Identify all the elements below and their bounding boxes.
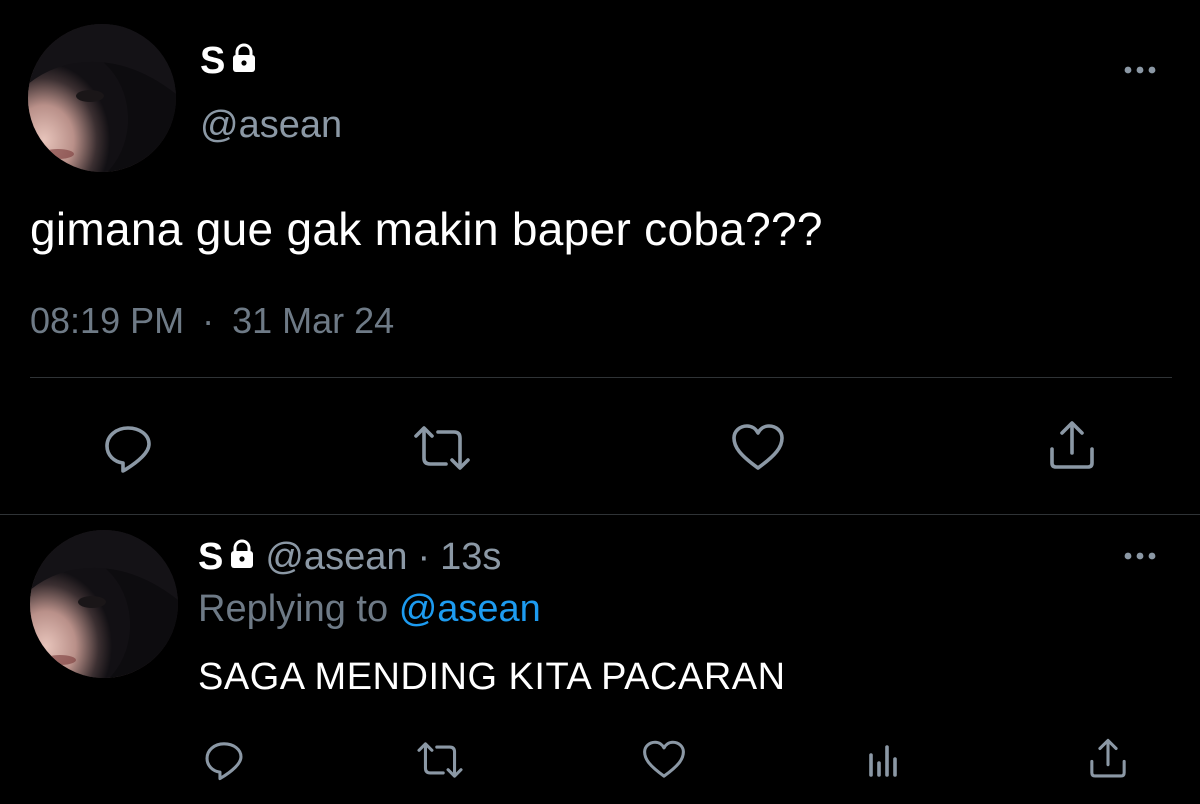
replying-to-line: Replying to @asean [198, 588, 541, 631]
analytics-icon [869, 745, 897, 777]
share-button[interactable] [1044, 418, 1100, 474]
share-icon [1090, 738, 1126, 778]
avatar-photo [28, 24, 176, 172]
reply-icon [205, 742, 243, 781]
meta-separator: · [202, 300, 215, 341]
author-handle[interactable]: @asean [200, 104, 342, 147]
lock-icon [229, 536, 255, 579]
tweet-text: gimana gue gak makin baper coba??? [30, 203, 823, 255]
lock-icon [231, 40, 257, 83]
reply-author-name[interactable]: S [198, 536, 223, 579]
tweet-separator [0, 514, 1200, 515]
reply-retweet-button[interactable] [414, 736, 466, 784]
retweet-button[interactable] [412, 420, 472, 476]
reply-share-button[interactable] [1084, 734, 1132, 784]
tweet-time[interactable]: 08:19 PM [30, 300, 184, 342]
more-options-icon[interactable] [1122, 548, 1162, 564]
reply-separator: · [417, 536, 431, 578]
avatar-photo [30, 530, 178, 678]
retweet-icon [414, 426, 470, 470]
reply-icon [105, 426, 151, 473]
reply-author-name-row[interactable]: S [198, 536, 255, 579]
heart-icon [643, 740, 685, 778]
tweet-timestamp[interactable]: 08:19 PM · 31 Mar 24 [30, 300, 394, 342]
heart-icon [732, 424, 784, 470]
author-name-row[interactable]: S [200, 40, 257, 83]
retweet-icon [417, 742, 463, 778]
author-name[interactable]: S [200, 40, 225, 83]
reply-like-button[interactable] [638, 736, 690, 784]
reply-analytics-button[interactable] [862, 738, 906, 782]
tweet-date[interactable]: 31 Mar 24 [232, 300, 394, 342]
like-button[interactable] [728, 420, 788, 476]
reply-age[interactable]: 13s [440, 536, 501, 579]
share-icon [1050, 421, 1094, 469]
reply-author-handle[interactable]: @asean [265, 536, 407, 579]
reply-text: SAGA MENDING KITA PACARAN [198, 656, 786, 698]
more-options-icon[interactable] [1122, 62, 1162, 78]
reply-button[interactable] [100, 420, 156, 476]
reply-avatar[interactable] [30, 530, 178, 678]
reply-header: S @asean · 13s [198, 536, 501, 579]
actions-top-divider [30, 377, 1172, 378]
main-avatar[interactable] [28, 24, 176, 172]
replying-mention[interactable]: @asean [399, 588, 541, 630]
replying-prefix: Replying to [198, 588, 389, 630]
reply-reply-button[interactable] [200, 736, 248, 784]
